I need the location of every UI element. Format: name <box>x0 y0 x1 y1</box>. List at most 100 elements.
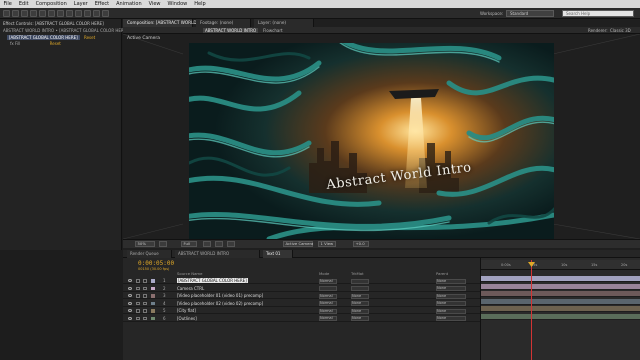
layer-name[interactable]: [City flat] <box>177 308 196 313</box>
view-layout-select[interactable]: 1 View <box>318 241 336 247</box>
trkmat-select[interactable]: None <box>351 308 369 314</box>
trkmat-select[interactable] <box>351 278 369 284</box>
selection-tool-icon[interactable] <box>3 10 10 17</box>
fill-reset-link[interactable]: Reset <box>50 41 61 46</box>
menu-window[interactable]: Window <box>164 0 191 8</box>
workspace-select[interactable]: Standard <box>506 10 554 17</box>
lock-icon[interactable] <box>143 316 147 320</box>
lock-icon[interactable] <box>143 309 147 313</box>
label-color-icon[interactable] <box>151 316 155 320</box>
layer-row[interactable]: 1 [ABSTRACT GLOBAL COLOR HERE] Normal None <box>123 278 480 284</box>
eye-icon[interactable] <box>128 279 132 282</box>
layer-name[interactable]: [Outlines] <box>177 316 197 321</box>
parent-select[interactable]: None <box>436 278 466 284</box>
solo-icon[interactable] <box>136 286 140 290</box>
eye-icon[interactable] <box>128 309 132 312</box>
solo-icon[interactable] <box>136 279 140 283</box>
layer-row[interactable]: 2 Camera CTRL None <box>123 286 480 292</box>
pen-tool-icon[interactable] <box>66 10 73 17</box>
parent-header[interactable]: Parent <box>436 271 448 276</box>
layer-duration-bar[interactable] <box>481 283 640 290</box>
tab-composition[interactable]: Composition: [ABSTRACT WORLD INTRO] <box>123 19 213 27</box>
menu-help[interactable]: Help <box>191 0 209 8</box>
layer-effect-row[interactable]: [ABSTRACT GLOBAL COLOR HERE] Reset <box>7 35 95 40</box>
trkmat-select[interactable]: None <box>351 293 369 299</box>
parent-select[interactable]: None <box>436 286 466 291</box>
zoom-tool-icon[interactable] <box>21 10 28 17</box>
parent-select[interactable]: None <box>436 308 466 314</box>
tab-render-queue[interactable]: Render Queue <box>127 250 172 258</box>
solo-icon[interactable] <box>136 316 140 320</box>
layer-name[interactable]: [Video placeholder 02 (video 02) precomp… <box>177 301 263 306</box>
search-help-input[interactable]: Search Help <box>562 10 634 17</box>
lock-icon[interactable] <box>143 286 147 290</box>
layer-row[interactable]: 3 [Video placeholder 01 (video 01) precom… <box>123 293 480 299</box>
label-color-icon[interactable] <box>151 279 155 283</box>
flowchart-subtab[interactable]: Flowchart <box>263 28 283 33</box>
trkmat-header[interactable]: TrkMat <box>351 271 364 276</box>
menu-effect[interactable]: Effect <box>91 0 112 8</box>
rotate-tool-icon[interactable] <box>30 10 37 17</box>
layer-row[interactable]: 4 [Video placeholder 02 (video 02) precom… <box>123 301 480 307</box>
reset-link[interactable]: Reset <box>84 35 95 40</box>
label-color-icon[interactable] <box>151 294 155 298</box>
eraser-tool-icon[interactable] <box>102 10 109 17</box>
renderer-value[interactable]: Classic 3D <box>610 28 631 33</box>
text-tool-icon[interactable] <box>75 10 82 17</box>
mask-visibility-icon[interactable] <box>227 241 235 247</box>
layer-name[interactable]: Camera CTRL <box>177 286 204 291</box>
camera-tool-icon[interactable] <box>39 10 46 17</box>
brush-tool-icon[interactable] <box>84 10 91 17</box>
parent-select[interactable]: None <box>436 301 466 306</box>
menu-file[interactable]: File <box>0 0 15 8</box>
eye-icon[interactable] <box>128 301 132 305</box>
menu-view[interactable]: View <box>145 0 164 8</box>
region-of-interest-icon[interactable] <box>203 241 211 247</box>
clone-stamp-tool-icon[interactable] <box>93 10 100 17</box>
hand-tool-icon[interactable] <box>12 10 19 17</box>
tab-abstract-world-intro[interactable]: ABSTRACT WORLD INTRO <box>175 250 260 258</box>
label-color-icon[interactable] <box>151 286 155 290</box>
mode-select[interactable] <box>319 286 337 291</box>
camera-view-select[interactable]: Active Camera <box>283 241 313 247</box>
tab-text-01[interactable]: Text 01 <box>263 250 293 258</box>
trkmat-select[interactable] <box>351 286 369 291</box>
mode-select[interactable]: Normal <box>319 316 337 321</box>
label-color-icon[interactable] <box>151 309 155 313</box>
mode-select[interactable]: Normal <box>319 293 337 299</box>
layer-name[interactable]: [ABSTRACT GLOBAL COLOR HERE] <box>177 278 248 283</box>
current-timecode[interactable]: 0:00:05:00 <box>138 260 174 267</box>
layer-name[interactable]: [Video placeholder 01 (video 01) precomp… <box>177 293 263 298</box>
parent-select[interactable]: None <box>436 293 466 299</box>
composition-frame[interactable]: Abstract World Intro <box>189 43 554 239</box>
mode-select[interactable]: Normal <box>319 278 337 284</box>
layer-row[interactable]: 5 [City flat] Normal None None <box>123 308 480 314</box>
mode-select[interactable]: Normal <box>319 301 337 306</box>
solo-icon[interactable] <box>136 301 140 305</box>
lock-icon[interactable] <box>143 294 147 298</box>
menu-animation[interactable]: Animation <box>113 0 146 8</box>
effect-controls-tab[interactable]: Effect Controls: [ABSTRACT GLOBAL COLOR … <box>3 21 104 27</box>
solo-icon[interactable] <box>136 294 140 298</box>
resolution-select[interactable]: Full <box>181 241 197 247</box>
tab-layer[interactable]: Layer: (none) <box>254 19 314 27</box>
eye-icon[interactable] <box>128 294 132 297</box>
mode-header[interactable]: Mode <box>319 271 329 276</box>
snapshot-icon[interactable] <box>159 241 167 247</box>
source-name-header[interactable]: Source Name <box>177 271 202 276</box>
mask-tool-icon[interactable] <box>57 10 64 17</box>
lock-icon[interactable] <box>143 301 147 305</box>
trkmat-select[interactable]: None <box>351 316 369 321</box>
layer-duration-bar[interactable] <box>481 291 640 297</box>
layer-row[interactable]: 6 [Outlines] Normal None None <box>123 316 480 322</box>
comp-subtab[interactable]: ABSTRACT WORLD INTRO <box>203 28 259 33</box>
eye-icon[interactable] <box>128 286 132 290</box>
pan-behind-tool-icon[interactable] <box>48 10 55 17</box>
mode-select[interactable]: Normal <box>319 308 337 314</box>
menu-edit[interactable]: Edit <box>15 0 32 8</box>
magnification-select[interactable]: 50% <box>135 241 155 247</box>
lock-icon[interactable] <box>143 279 147 283</box>
playhead-line[interactable] <box>531 260 532 360</box>
label-color-icon[interactable] <box>151 301 155 305</box>
layer-duration-bar[interactable] <box>481 306 640 312</box>
